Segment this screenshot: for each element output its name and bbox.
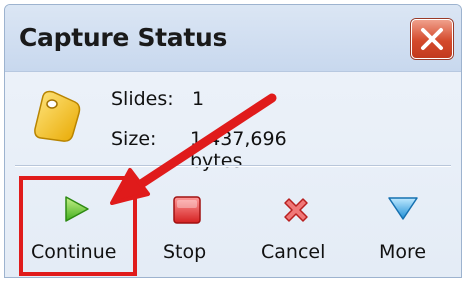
annotation-arrow: [110, 93, 277, 205]
